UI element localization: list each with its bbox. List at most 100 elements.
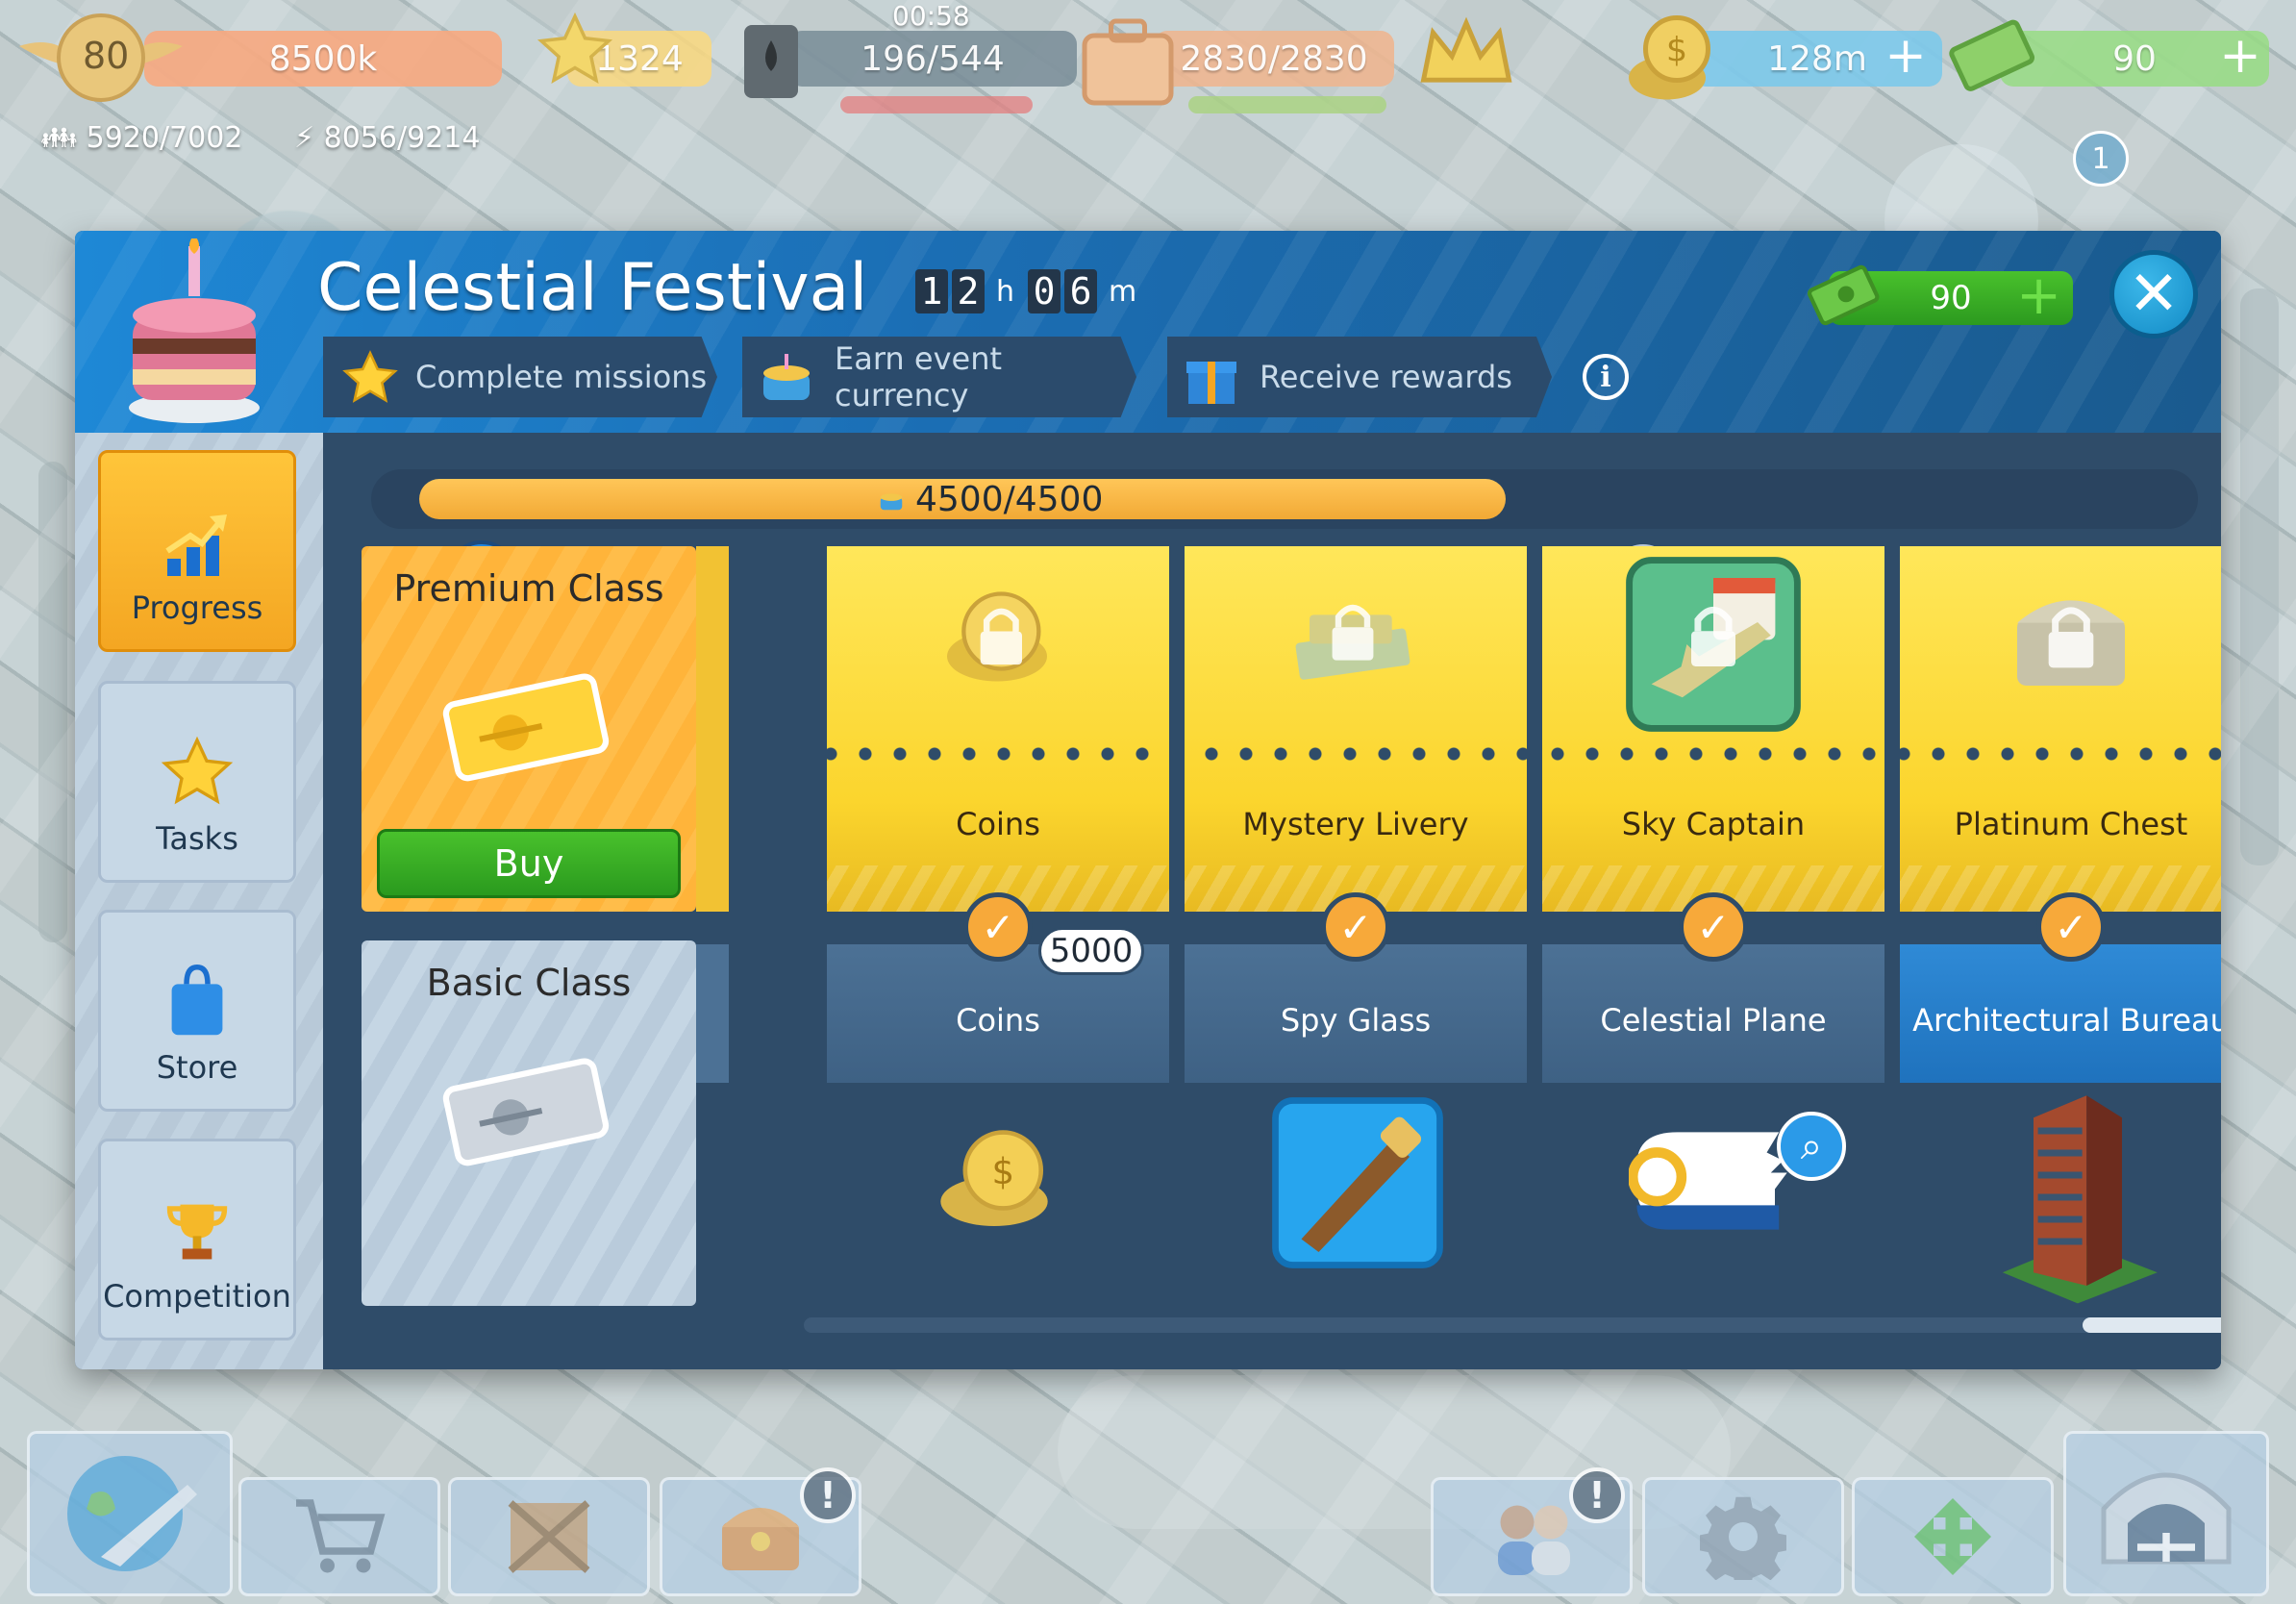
treasure-chest-icon [722,1508,799,1570]
reward-label: Sky Captain [1621,806,1806,842]
coins-locked-icon [947,591,1047,682]
shopping-bag-icon [171,965,223,1036]
tab-tasks[interactable]: Tasks [98,681,296,883]
event-timer: 1 2 h 0 6 m [915,269,1146,313]
cargo-value: 2830/2830 [1180,38,1368,79]
shop-button[interactable] [238,1477,440,1596]
move-button[interactable] [1852,1477,2054,1596]
xp-bar[interactable]: 8500k [144,31,502,87]
cargo-bar[interactable]: 2830/2830 [1154,31,1394,87]
fuel-timer: 00:58 [892,0,970,32]
svg-text:$: $ [991,1151,1014,1192]
passengers-counter: 👪︎ 5920/7002 [40,121,242,155]
premium-dotted-line [779,746,2221,762]
reward-label: Coins [956,1002,1040,1039]
notification-badge[interactable]: 1 [2073,131,2129,187]
reward-label: Celestial Plane [1600,1002,1827,1039]
step-receive-rewards: Receive rewards [1167,337,1552,417]
world-map-button[interactable] [27,1431,233,1596]
step-complete-missions: Complete missions [323,337,717,417]
horizontal-scrollbar[interactable] [804,1317,2221,1333]
step-earn-currency: Earn event currency [742,337,1136,417]
energy-value: 8056/9214 [323,121,481,155]
basic-reward-cell[interactable]: Spy Glass [1185,944,1527,1083]
add-coins-button[interactable]: + [1883,31,1929,81]
premium-card-edge [696,546,729,912]
close-button[interactable]: ✕ [2109,250,2198,338]
cash-value: 90 [2112,38,2157,79]
progress-bar [371,469,2198,529]
scrollbar-thumb[interactable] [2083,1317,2221,1333]
star-icon [342,350,398,403]
basic-card-edge [696,944,729,1083]
reward-amount-badge: 5000 [1038,927,1144,975]
coins-value: 128m [1767,38,1867,79]
buy-button[interactable]: Buy [377,829,681,898]
progress-value: 4500/4500 [915,479,1104,519]
tab-label: Competition [103,1278,291,1315]
lightning-icon: ⚡︎ [294,121,315,155]
crate-icon [508,1500,590,1573]
premium-class-card: Premium Class Buy [362,546,696,912]
spyglass-icon[interactable] [1271,1096,1444,1269]
level-value: 80 [83,35,130,77]
magnify-icon[interactable]: ⌕ [1777,1112,1846,1181]
event-panel: Celestial Festival 1 2 h 0 6 m Complete … [75,231,2221,1369]
hangar-button[interactable] [2063,1431,2269,1596]
move-arrows-icon [1914,1498,1991,1575]
globe-plane-icon [67,1456,197,1571]
basic-reward-cell[interactable]: Celestial Plane [1542,944,1884,1083]
alert-icon: ! [800,1467,856,1523]
passengers-value: 5920/7002 [86,121,243,155]
add-cash-button[interactable]: + [2217,31,2263,81]
svg-text:$: $ [1666,32,1687,70]
fuel-barrel-icon [744,25,798,98]
reward-label: Mystery Livery [1242,806,1469,842]
checkmark-icon: ✓ [2036,892,2106,962]
sidebar: Progress Tasks Store Competition [75,433,323,1369]
tab-store[interactable]: Store [98,910,296,1112]
star-icon [537,12,613,85]
storage-button[interactable] [448,1477,650,1596]
basic-ticket-icon [442,1058,610,1166]
add-cash-icon[interactable]: + [2016,269,2061,323]
step-label: Receive rewards [1260,359,1512,395]
suitcase-icon [1082,18,1174,106]
tab-label: Tasks [156,820,238,857]
premium-reward-cell[interactable]: Sky Captain [1542,546,1884,912]
chest-locked-icon [2017,600,2125,686]
info-button[interactable]: i [1583,354,1629,400]
gear-icon [1700,1496,1786,1580]
alert-icon: ! [1569,1467,1625,1523]
chart-arrow-icon [165,514,227,576]
timer-minute-digit: 6 [1064,269,1098,313]
reward-label: Spy Glass [1280,1002,1432,1039]
premium-reward-cell[interactable]: Platinum Chest [1900,546,2221,912]
coins-icon[interactable]: $ [927,1121,1061,1233]
notification-count: 1 [2091,141,2110,176]
premium-reward-cell[interactable]: Coins [827,546,1169,912]
cake-currency-icon [880,493,903,511]
progress-text: 4500/4500 [877,469,1103,529]
tab-progress[interactable]: Progress [98,450,296,652]
settings-button[interactable] [1642,1477,1844,1596]
coin-stack-icon: $ [1629,15,1710,100]
checkmark-icon: ✓ [963,892,1033,962]
timer-hour-digit: 1 [915,269,948,313]
crown-icon[interactable] [1413,13,1519,94]
fuel-bar[interactable]: 196/544 [788,31,1077,87]
timer-minute-unit: m [1109,274,1137,309]
star-icon [161,736,234,805]
timer-hour-digit: 2 [952,269,985,313]
tab-competition[interactable]: Competition [98,1139,296,1341]
hangar-icon [2101,1472,2232,1565]
cargo-meter [1188,96,1386,113]
basic-reward-cell[interactable]: Architectural Bureau [1900,944,2221,1083]
people-icon: 👪︎ [40,121,78,155]
cake-icon [763,354,810,400]
energy-counter: ⚡︎ 8056/9214 [294,121,480,155]
premium-reward-cell[interactable]: Mystery Livery [1185,546,1527,912]
reward-label: Architectural Bureau [1912,1002,2221,1039]
building-icon[interactable] [1986,1087,2169,1308]
people-icon [1498,1505,1570,1575]
